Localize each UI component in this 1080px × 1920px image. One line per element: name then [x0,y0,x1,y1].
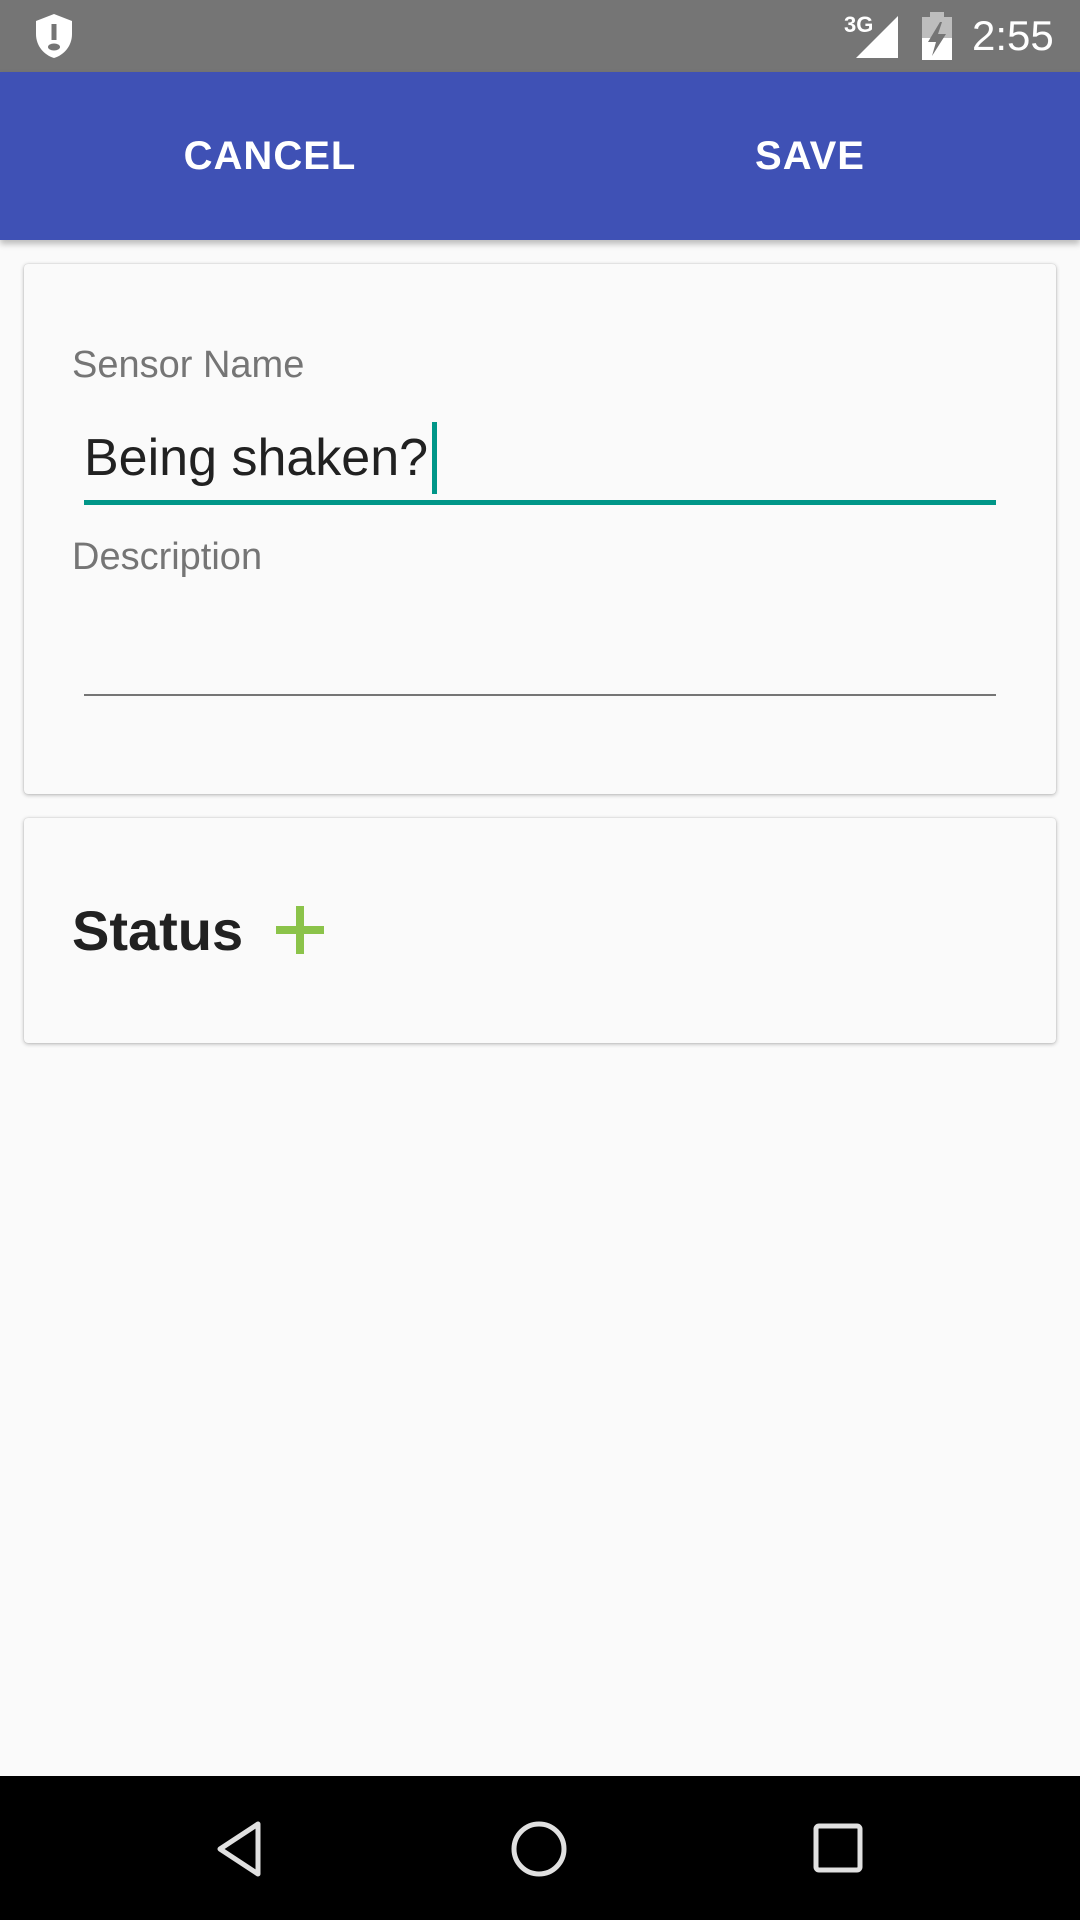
signal-icon [856,16,898,58]
battery-charging-icon [922,12,952,60]
sensor-name-label: Sensor Name [72,344,305,386]
description-input[interactable] [84,604,996,660]
sensor-name-input[interactable]: Being shaken? [84,422,996,494]
sensor-name-underline [84,500,996,505]
plus-icon[interactable] [272,902,328,958]
sensor-details-card: Sensor Name Being shaken? Description [24,264,1056,794]
status-bar: 3G 2:55 [0,0,1080,72]
text-cursor [432,422,438,494]
sensor-name-value: Being shaken? [84,429,429,487]
shield-alert-icon [36,14,72,58]
status-card: Status [24,818,1056,1043]
clock: 2:55 [972,12,1054,59]
home-icon[interactable] [506,1816,572,1882]
navigation-bar [0,1776,1080,1920]
save-button[interactable]: SAVE [540,72,1080,240]
cancel-button[interactable]: CANCEL [0,72,540,240]
back-icon[interactable] [208,1816,274,1882]
description-label: Description [72,536,263,578]
recents-icon[interactable] [806,1816,872,1882]
description-underline [84,694,996,696]
app-bar: CANCEL SAVE [0,72,1080,240]
status-title: Status [72,899,244,962]
